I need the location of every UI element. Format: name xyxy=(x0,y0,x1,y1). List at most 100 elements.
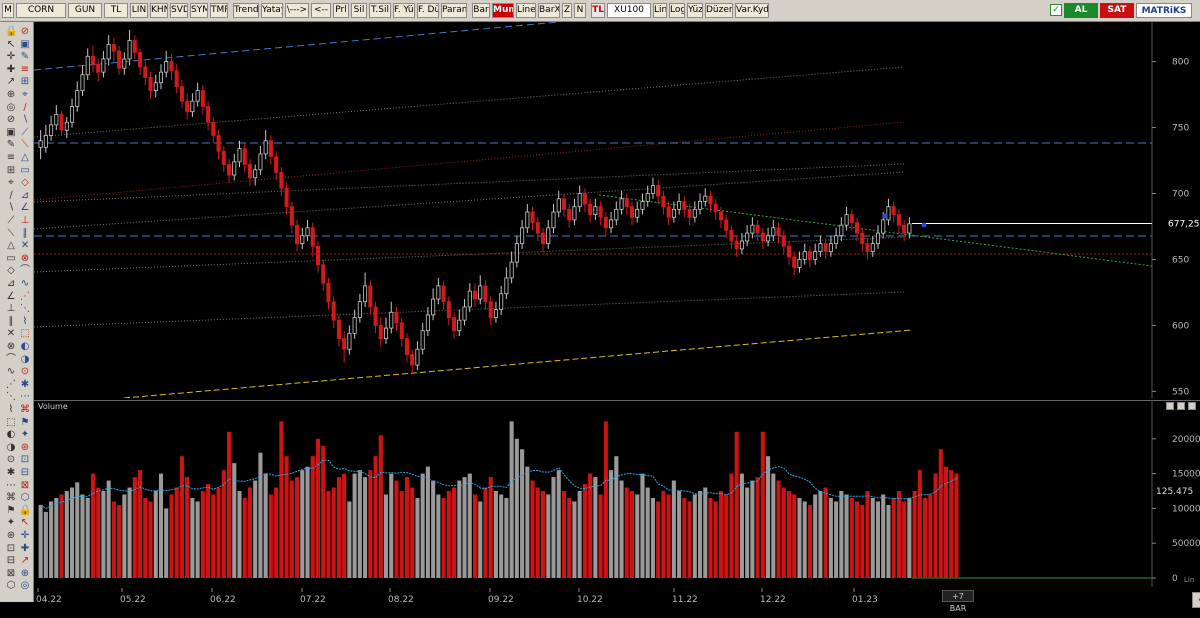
pencil-icon[interactable]: ✎ xyxy=(5,139,17,151)
volume-bar[interactable] xyxy=(69,487,75,578)
delete-icon[interactable]: ⊘ xyxy=(19,26,31,38)
volume-chart[interactable]: 200000, 150000, 100000, 50000, 0 125.475 Lin xyxy=(34,400,1200,587)
volume-bar[interactable] xyxy=(629,491,635,578)
volume-bar[interactable] xyxy=(357,470,362,578)
volume-bar[interactable] xyxy=(619,480,624,578)
extend-bars-button[interactable]: +7 BAR xyxy=(942,590,974,613)
hex-icon[interactable]: ⬡ xyxy=(19,492,31,504)
volume-bar[interactable] xyxy=(886,504,891,578)
volume-bar[interactable] xyxy=(425,466,430,578)
cancel-icon[interactable]: ⊗ xyxy=(5,341,17,353)
volume-bar[interactable] xyxy=(771,473,776,578)
frame-icon[interactable]: ⬚ xyxy=(19,328,31,340)
volume-bar[interactable] xyxy=(368,470,373,578)
half-icon[interactable]: ◐ xyxy=(5,429,17,441)
toolbar-item-7[interactable]: SYM xyxy=(190,3,208,18)
volume-bar[interactable] xyxy=(807,504,812,578)
volume-bar[interactable] xyxy=(274,487,279,578)
toolbar-item-13[interactable]: Prl xyxy=(333,3,349,18)
volume-bar[interactable] xyxy=(493,491,498,578)
price-chart-panel[interactable]: 800 750 700 650 600 550 677,25 xyxy=(33,21,1200,399)
toolbar-item-22[interactable]: BarX xyxy=(538,3,560,18)
volume-bar[interactable] xyxy=(687,501,692,578)
volume-bar[interactable] xyxy=(143,497,148,578)
volume-bar[interactable] xyxy=(242,497,247,578)
volume-bar[interactable] xyxy=(713,501,718,578)
toolbar-item-14[interactable]: Sil xyxy=(351,3,367,18)
half-icon[interactable]: ◑ xyxy=(19,354,31,366)
volume-bar[interactable] xyxy=(436,494,441,578)
fib-icon[interactable]: ⊿ xyxy=(5,278,17,290)
star-icon[interactable]: ✱ xyxy=(19,379,31,391)
volume-bar[interactable] xyxy=(656,501,661,578)
volume-bar[interactable] xyxy=(206,484,211,578)
wave-icon[interactable]: ∿ xyxy=(19,278,31,290)
volume-bar[interactable] xyxy=(661,491,666,578)
volume-bar[interactable] xyxy=(326,491,331,578)
line-icon[interactable]: ∕ xyxy=(19,102,31,114)
volume-bar[interactable] xyxy=(755,477,760,578)
volume-bar[interactable] xyxy=(305,466,310,578)
close-icon[interactable]: ✕ xyxy=(19,240,31,252)
hex-icon[interactable]: ⬡ xyxy=(5,580,17,592)
volume-bar[interactable] xyxy=(509,421,514,578)
volume-bar[interactable] xyxy=(520,449,525,578)
volume-bar[interactable] xyxy=(745,487,750,578)
volume-bar[interactable] xyxy=(760,431,765,578)
toolbar-item-0[interactable]: M xyxy=(2,3,14,18)
volume-bar[interactable] xyxy=(373,456,378,578)
half-icon[interactable]: ◑ xyxy=(5,442,17,454)
volume-bar[interactable] xyxy=(666,494,671,578)
volume-bar[interactable] xyxy=(781,487,786,578)
toolbar-item-1[interactable]: CORN xyxy=(16,3,66,18)
volume-bar[interactable] xyxy=(645,487,650,578)
half-icon[interactable]: ◐ xyxy=(19,341,31,353)
ray-icon[interactable]: ⟍ xyxy=(5,228,17,240)
volume-bar[interactable] xyxy=(96,487,101,578)
arc-icon[interactable]: ⌒ xyxy=(5,354,17,366)
volume-bar[interactable] xyxy=(834,501,839,578)
sell-button[interactable]: SAT xyxy=(1100,3,1134,18)
volume-bar[interactable] xyxy=(80,494,85,578)
more-icon[interactable]: ⋯ xyxy=(19,391,31,403)
volume-bar[interactable] xyxy=(729,473,734,578)
toolbar-item-9[interactable]: Trend xyxy=(233,3,259,18)
volume-bar[interactable] xyxy=(849,497,854,578)
pencil-icon[interactable]: ✎ xyxy=(19,51,31,63)
volume-bar[interactable] xyxy=(253,480,258,578)
volume-bar[interactable] xyxy=(43,511,48,578)
volume-bar[interactable] xyxy=(148,501,153,578)
spark-icon[interactable]: ✦ xyxy=(5,517,17,529)
box-icon[interactable]: ▣ xyxy=(5,127,17,139)
volume-bar[interactable] xyxy=(431,480,436,578)
volume-bar[interactable] xyxy=(258,452,263,578)
volume-bar[interactable] xyxy=(614,456,619,578)
volume-bar[interactable] xyxy=(127,487,132,578)
volume-bar[interactable] xyxy=(179,456,184,578)
volume-bar[interactable] xyxy=(724,494,729,578)
volume-bar[interactable] xyxy=(190,497,195,578)
volume-bar[interactable] xyxy=(446,491,451,578)
diamond-icon[interactable]: ◇ xyxy=(19,177,31,189)
volume-bar[interactable] xyxy=(59,494,64,578)
volume-bar[interactable] xyxy=(624,487,629,578)
volume-bar[interactable] xyxy=(530,480,535,578)
toolbar-item-30[interactable]: Düzen xyxy=(705,3,733,18)
volume-bar[interactable] xyxy=(38,504,43,578)
volume-bar[interactable] xyxy=(802,501,807,578)
volume-bar[interactable] xyxy=(577,491,582,578)
toolbar-item-26[interactable]: XU100 xyxy=(607,3,651,18)
pointer-icon[interactable]: ↖ xyxy=(19,517,31,529)
volume-bar[interactable] xyxy=(813,494,818,578)
ray-icon[interactable]: ⟋ xyxy=(5,215,17,227)
gear-icon[interactable]: ⊛ xyxy=(5,530,17,542)
lines-icon[interactable]: ≡ xyxy=(5,152,17,164)
rectangle-icon[interactable]: ▭ xyxy=(5,253,17,265)
wave-icon[interactable]: ∿ xyxy=(5,366,17,378)
minus-icon[interactable]: ⊟ xyxy=(19,467,31,479)
volume-bar[interactable] xyxy=(122,494,127,578)
volume-bar[interactable] xyxy=(792,494,797,578)
volume-bar[interactable] xyxy=(907,497,912,578)
volume-bar[interactable] xyxy=(111,501,116,578)
volume-bar[interactable] xyxy=(844,494,849,578)
